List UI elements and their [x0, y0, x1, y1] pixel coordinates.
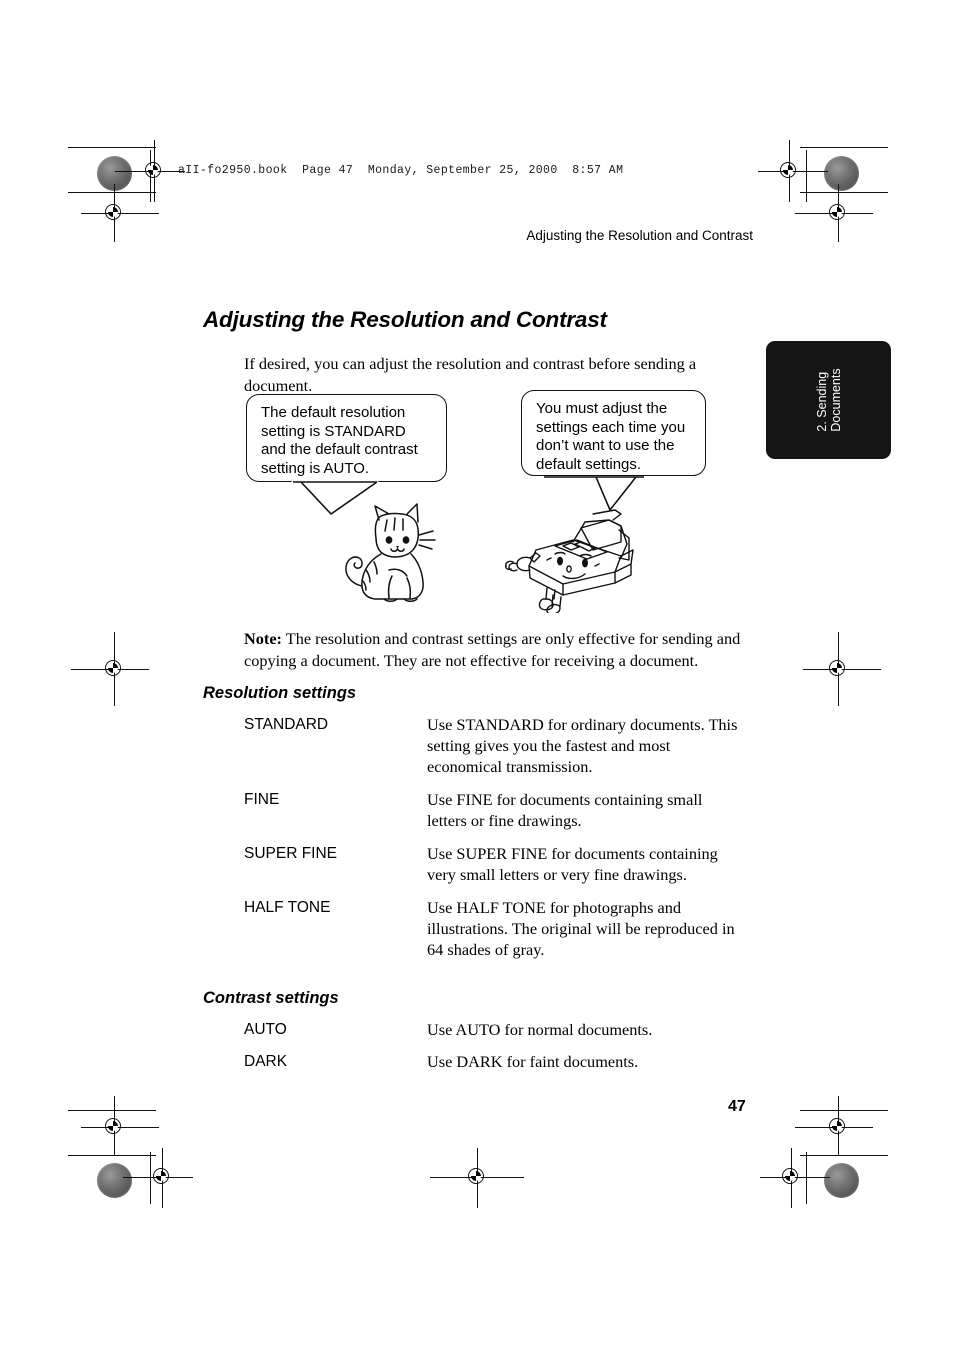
trim-rule-bottom-left [68, 1155, 156, 1156]
resolution-term-fine: FINE [244, 791, 280, 808]
resolution-settings-heading: Resolution settings [203, 683, 357, 702]
speech-balloon-resolution-default-text: The default resolution setting is STANDA… [261, 404, 418, 477]
contrast-desc-dark: Use DARK for faint documents. [427, 1052, 639, 1071]
registration-dot-top-right [824, 156, 859, 191]
fax-machine-illustration [503, 498, 648, 613]
chapter-side-tab-label: 2. Sending Documents [815, 368, 843, 431]
resolution-row-fine: FINE Use FINE for documents containing s… [244, 789, 744, 831]
registration-target-mid-left [71, 632, 149, 706]
registration-target-lower-right [795, 1096, 873, 1156]
note-label: Note: [244, 629, 282, 649]
resolution-row-half-tone: HALF TONE Use HALF TONE for photographs … [244, 897, 744, 960]
speech-balloon-manual-settings-text: You must adjust the settings each time y… [536, 400, 686, 473]
resolution-row-super-fine: SUPER FINE Use SUPER FINE for documents … [244, 843, 744, 885]
resolution-term-super-fine: SUPER FINE [244, 845, 338, 862]
contrast-term-dark: DARK [244, 1053, 288, 1070]
resolution-desc-super-fine: Use SUPER FINE for documents containing … [427, 844, 718, 884]
contrast-settings-heading: Contrast settings [203, 988, 339, 1007]
contrast-settings-list: AUTO Use AUTO for normal documents. DARK… [244, 1019, 744, 1072]
resolution-desc-standard: Use STANDARD for ordinary documents. Thi… [427, 715, 738, 776]
trim-rule-top-left [68, 147, 156, 148]
registration-dot-bottom-right [824, 1163, 859, 1198]
resolution-term-half-tone: HALF TONE [244, 899, 331, 916]
file-header-text: aII-fo2950.book Page 47 Monday, Septembe… [178, 164, 624, 177]
resolution-settings-list: STANDARD Use STANDARD for ordinary docum… [244, 714, 744, 960]
registration-target-upper-left [81, 184, 159, 242]
contrast-desc-auto: Use AUTO for normal documents. [427, 1020, 653, 1039]
page-number: 47 [728, 1098, 746, 1115]
trim-line-right-bottom [806, 1152, 807, 1204]
chapter-side-tab: 2. Sending Documents [766, 341, 891, 459]
trim-rule-top-right [800, 147, 888, 148]
contrast-row-dark: DARK Use DARK for faint documents. [244, 1051, 744, 1072]
trim-rule-bottom-right [800, 1155, 888, 1156]
trim-line-right-top [806, 150, 807, 202]
registration-target-mid-right [803, 632, 881, 706]
resolution-desc-half-tone: Use HALF TONE for photographs and illust… [427, 898, 735, 959]
resolution-term-standard: STANDARD [244, 716, 329, 733]
registration-target-bottom-right [760, 1148, 830, 1208]
contrast-row-auto: AUTO Use AUTO for normal documents. [244, 1019, 744, 1040]
note-text: The resolution and contrast settings are… [244, 629, 741, 671]
contrast-term-auto: AUTO [244, 1021, 287, 1038]
running-header: Adjusting the Resolution and Contrast [526, 228, 753, 243]
trim-rule-lower-right [800, 1110, 888, 1111]
registration-target-top-right [758, 140, 828, 202]
speech-balloon-manual-settings: You must adjust the settings each time y… [521, 390, 706, 476]
registration-target-bottom-center [430, 1148, 524, 1208]
registration-target-lower-left [81, 1096, 159, 1156]
registration-target-upper-right [795, 184, 873, 242]
registration-dot-bottom-left [97, 1163, 132, 1198]
resolution-row-standard: STANDARD Use STANDARD for ordinary docum… [244, 714, 744, 777]
side-tab-line-2: Documents [828, 368, 843, 432]
resolution-desc-fine: Use FINE for documents containing small … [427, 790, 703, 830]
cat-illustration [332, 498, 450, 606]
registration-target-top-left [115, 140, 185, 202]
note-paragraph: Note: The resolution and contrast settin… [244, 628, 744, 672]
side-tab-line-1: 2. Sending [814, 371, 829, 432]
trim-rule-upper-right [800, 192, 888, 193]
speech-balloon-resolution-default: The default resolution setting is STANDA… [246, 394, 447, 482]
page-title: Adjusting the Resolution and Contrast [203, 307, 607, 333]
registration-target-bottom-left [123, 1148, 193, 1208]
trim-rule-upper-left [68, 192, 156, 193]
trim-rule-lower-left [68, 1110, 156, 1111]
